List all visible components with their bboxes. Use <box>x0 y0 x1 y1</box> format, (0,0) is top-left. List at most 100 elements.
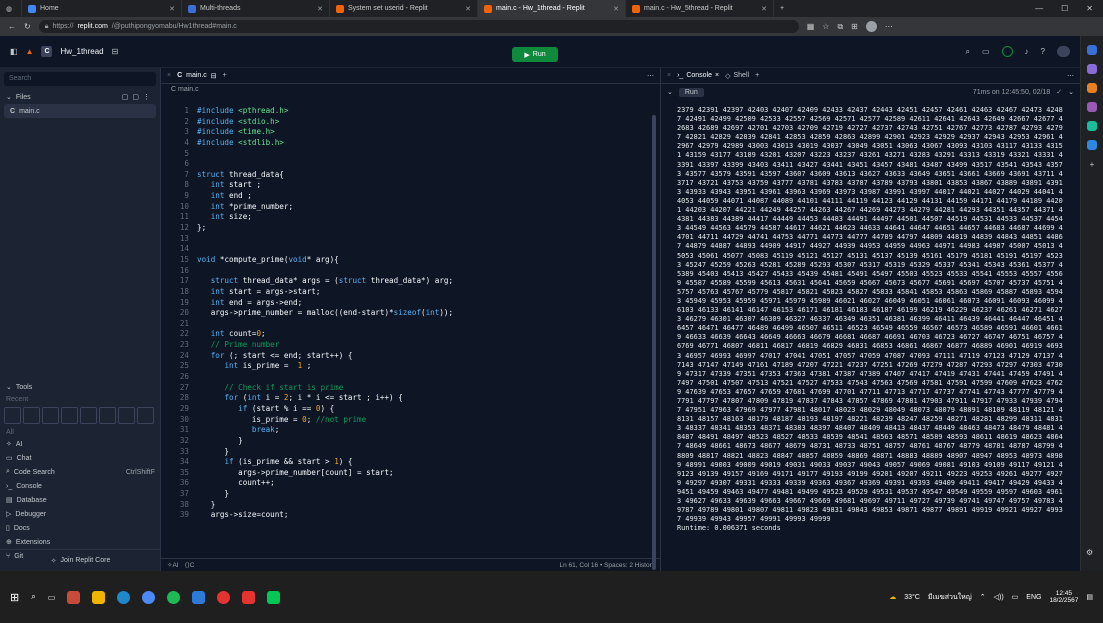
recent-slot[interactable] <box>80 407 97 424</box>
clock[interactable]: 12:45 18/2/2567 <box>1049 590 1078 604</box>
network-icon[interactable]: ▭ <box>1012 593 1019 601</box>
code-line[interactable]: 31 break; <box>161 425 661 436</box>
repl-name[interactable]: Hw_1thread <box>60 47 103 56</box>
code-line[interactable]: 36 count++; <box>161 478 661 489</box>
reload-icon[interactable]: ↻ <box>24 22 31 31</box>
replit-logo-icon[interactable]: ▲ <box>26 47 34 56</box>
pane-more-icon[interactable]: ⋯ <box>647 72 654 80</box>
file-explorer-icon[interactable] <box>92 590 106 604</box>
store-icon[interactable] <box>192 590 206 604</box>
close-window-icon[interactable]: ✕ <box>1086 4 1093 13</box>
recent-slot[interactable] <box>118 407 135 424</box>
code-line[interactable]: 24 for (; start <= end; start++) { <box>161 351 661 362</box>
code-line[interactable]: 34 if (is_prime && start > 1) { <box>161 457 661 468</box>
code-line[interactable]: 17 struct thread_data* args = (struct th… <box>161 276 661 287</box>
code-line[interactable]: 11 int size; <box>161 212 661 223</box>
code-line[interactable]: 32 } <box>161 436 661 447</box>
status-ai[interactable]: AI <box>172 562 178 569</box>
tool-chat[interactable]: ▭ Chat <box>0 451 161 465</box>
close-tab-icon[interactable]: ✕ <box>761 5 767 13</box>
tool-database[interactable]: ▤ Database <box>0 493 161 507</box>
chevron-up-icon[interactable]: ⌃ <box>980 593 986 601</box>
close-tab-icon[interactable]: × <box>715 72 719 79</box>
notifications-icon[interactable]: ♪ <box>1025 47 1029 56</box>
tag-icon[interactable] <box>1087 64 1097 74</box>
recent-slot[interactable] <box>4 407 21 424</box>
close-pane-icon[interactable]: × <box>667 72 671 79</box>
browser-tab-system-set-userid[interactable]: System set userid - Replit ✕ <box>330 0 478 17</box>
code-line[interactable]: 22 int count=0; <box>161 329 661 340</box>
user-badge-icon[interactable] <box>1001 46 1013 57</box>
back-icon[interactable]: ← <box>8 22 16 31</box>
new-tab-icon[interactable]: + <box>774 0 790 17</box>
favorite-star-icon[interactable]: ☆ <box>822 22 829 31</box>
app-icon[interactable] <box>217 590 231 604</box>
tool-console[interactable]: ›_ Console <box>0 479 161 493</box>
recent-slot[interactable] <box>42 407 59 424</box>
spotify-icon[interactable] <box>167 590 181 604</box>
code-line[interactable]: 1 #include <pthread.h> <box>161 106 661 117</box>
close-tab-icon[interactable]: ✕ <box>465 5 471 13</box>
close-pane-icon[interactable]: × <box>167 72 171 79</box>
tool-code-search[interactable]: ⌕ Code Search CtrlShiftF <box>0 465 161 479</box>
reader-icon[interactable]: ▦ <box>807 22 815 31</box>
code-line[interactable]: 21 <box>161 319 661 330</box>
people-icon[interactable] <box>1087 102 1097 112</box>
edge-icon[interactable] <box>117 590 131 604</box>
search-icon[interactable]: ⌕ <box>966 47 970 57</box>
recent-slot[interactable] <box>23 407 40 424</box>
code-line[interactable]: 4 #include <stdlib.h> <box>161 138 661 149</box>
input-language[interactable]: ENG <box>1026 594 1041 601</box>
code-line[interactable]: 23 // Prime number <box>161 340 661 351</box>
tool-debugger[interactable]: ▷ Debugger <box>0 507 161 521</box>
collections-icon[interactable]: ⊞ <box>851 22 858 31</box>
tool-ai[interactable]: ✧ AI <box>0 437 161 451</box>
code-line[interactable]: 19 int end = args->end; <box>161 298 661 309</box>
code-line[interactable]: 35 args->prime_number[count] = start; <box>161 468 661 479</box>
code-line[interactable]: 10 int *prime_number; <box>161 202 661 213</box>
repl-info-icon[interactable]: ⊟ <box>112 47 119 56</box>
file-actions-icon[interactable]: ▢▢⋮ <box>122 93 154 101</box>
code-line[interactable]: 6 <box>161 159 661 170</box>
tool-docs[interactable]: ▯ Docs <box>0 521 161 535</box>
browser-tab-home[interactable]: Home ✕ <box>22 0 182 17</box>
help-icon[interactable]: ? <box>1041 47 1045 56</box>
search-icon[interactable] <box>1087 45 1097 55</box>
status-language[interactable]: C <box>190 562 195 569</box>
browser-tab-hw5thread[interactable]: main.c - Hw_5thread - Replit ✕ <box>626 0 774 17</box>
code-line[interactable]: 8 int start ; <box>161 180 661 191</box>
files-header[interactable]: ⌄ Files ▢▢⋮ <box>0 90 160 104</box>
extensions-icon[interactable]: ⧉ <box>837 22 843 32</box>
weather-temp[interactable]: 33°C <box>904 594 920 601</box>
code-line[interactable]: 16 <box>161 266 661 277</box>
task-view-icon[interactable]: ▭ <box>48 593 56 602</box>
code-line[interactable]: 38 } <box>161 500 661 511</box>
code-area[interactable]: 1 #include <pthread.h> 2 #include <stdio.h>… <box>161 106 661 556</box>
code-line[interactable]: 26 <box>161 372 661 383</box>
code-line[interactable]: 14 <box>161 244 661 255</box>
run-button[interactable]: ▶ Run <box>512 47 558 62</box>
code-line[interactable]: 30 is_prime = 0; //not prime <box>161 415 661 426</box>
tab-options-icon[interactable]: ⊟ <box>211 72 217 80</box>
tools-header[interactable]: ⌄ Tools <box>0 380 161 394</box>
close-tab-icon[interactable]: ✕ <box>169 5 175 13</box>
new-tab-icon[interactable]: + <box>755 72 759 79</box>
volume-icon[interactable]: ◁)) <box>994 593 1004 601</box>
minimize-icon[interactable]: — <box>1035 4 1043 13</box>
games-icon[interactable] <box>1087 121 1097 131</box>
media-icon[interactable] <box>242 590 256 604</box>
join-replit-core-button[interactable]: ✧ Join Replit Core <box>0 549 161 571</box>
pane-more-icon[interactable]: ⋯ <box>1067 72 1074 80</box>
url-field[interactable]: 🔒︎ https://replit.com/@puthipongyomabu/H… <box>38 20 799 33</box>
browser-tab-multithreads[interactable]: Multi-threads ✕ <box>182 0 330 17</box>
shell-tab[interactable]: ◇ Shell <box>725 72 749 80</box>
account-avatar-icon[interactable] <box>1057 46 1070 57</box>
console-run-label[interactable]: Run <box>678 87 704 97</box>
code-line[interactable]: 7 struct thread_data{ <box>161 170 661 181</box>
recent-slot[interactable] <box>99 407 116 424</box>
code-line[interactable]: 3 #include <time.h> <box>161 127 661 138</box>
more-options-icon[interactable]: ⋯ <box>885 22 893 31</box>
code-line[interactable]: 33 } <box>161 447 661 458</box>
maximize-icon[interactable]: ☐ <box>1061 4 1068 13</box>
tool-extensions[interactable]: ⊕ Extensions <box>0 535 161 549</box>
